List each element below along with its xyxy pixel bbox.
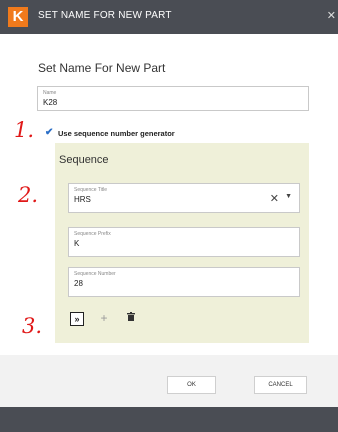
sequence-number-value[interactable]: 28 (74, 279, 83, 288)
next-icon[interactable]: » (70, 312, 84, 326)
trash-icon-svg (127, 312, 135, 321)
bottom-bar (0, 407, 338, 432)
clear-icon[interactable]: ✕ (270, 192, 279, 205)
annotation-three: 3. (22, 314, 43, 338)
ok-button[interactable]: OK (167, 376, 216, 394)
cancel-button[interactable]: CANCEL (254, 376, 307, 394)
sequence-prefix-value[interactable]: K (74, 239, 79, 248)
sequence-prefix-label: Sequence Prefix (74, 231, 111, 237)
plus-icon[interactable]: + (97, 312, 111, 326)
name-field-value[interactable]: K28 (43, 98, 57, 107)
window-title: SET NAME FOR NEW PART (38, 10, 172, 21)
annotation-one: 1. (14, 118, 35, 142)
sequence-title-value[interactable]: HRS (74, 195, 91, 204)
chevron-down-icon[interactable]: ▼ (285, 193, 292, 200)
name-field-label: Name (43, 90, 57, 96)
annotation-two: 2. (18, 183, 39, 207)
use-sequence-label[interactable]: Use sequence number generator (58, 129, 175, 138)
dialog-heading: Set Name For New Part (38, 61, 166, 75)
sequence-number-field[interactable]: Sequence Number 28 (68, 267, 300, 297)
sequence-number-label: Sequence Number (74, 271, 116, 277)
title-bar: K SET NAME FOR NEW PART ✕ (0, 0, 338, 34)
close-icon[interactable]: ✕ (327, 9, 336, 22)
app-logo: K (8, 7, 28, 27)
sequence-title-field[interactable]: Sequence Title HRS ✕ ▼ (68, 183, 300, 213)
sequence-title: Sequence (59, 154, 109, 166)
check-icon[interactable]: ✔ (45, 127, 53, 138)
sequence-panel: Sequence Sequence Title HRS ✕ ▼ Sequence… (55, 143, 309, 343)
sequence-prefix-field[interactable]: Sequence Prefix K (68, 227, 300, 257)
name-field[interactable]: Name K28 (37, 86, 309, 111)
sequence-title-label: Sequence Title (74, 187, 108, 193)
trash-icon[interactable] (124, 312, 138, 326)
